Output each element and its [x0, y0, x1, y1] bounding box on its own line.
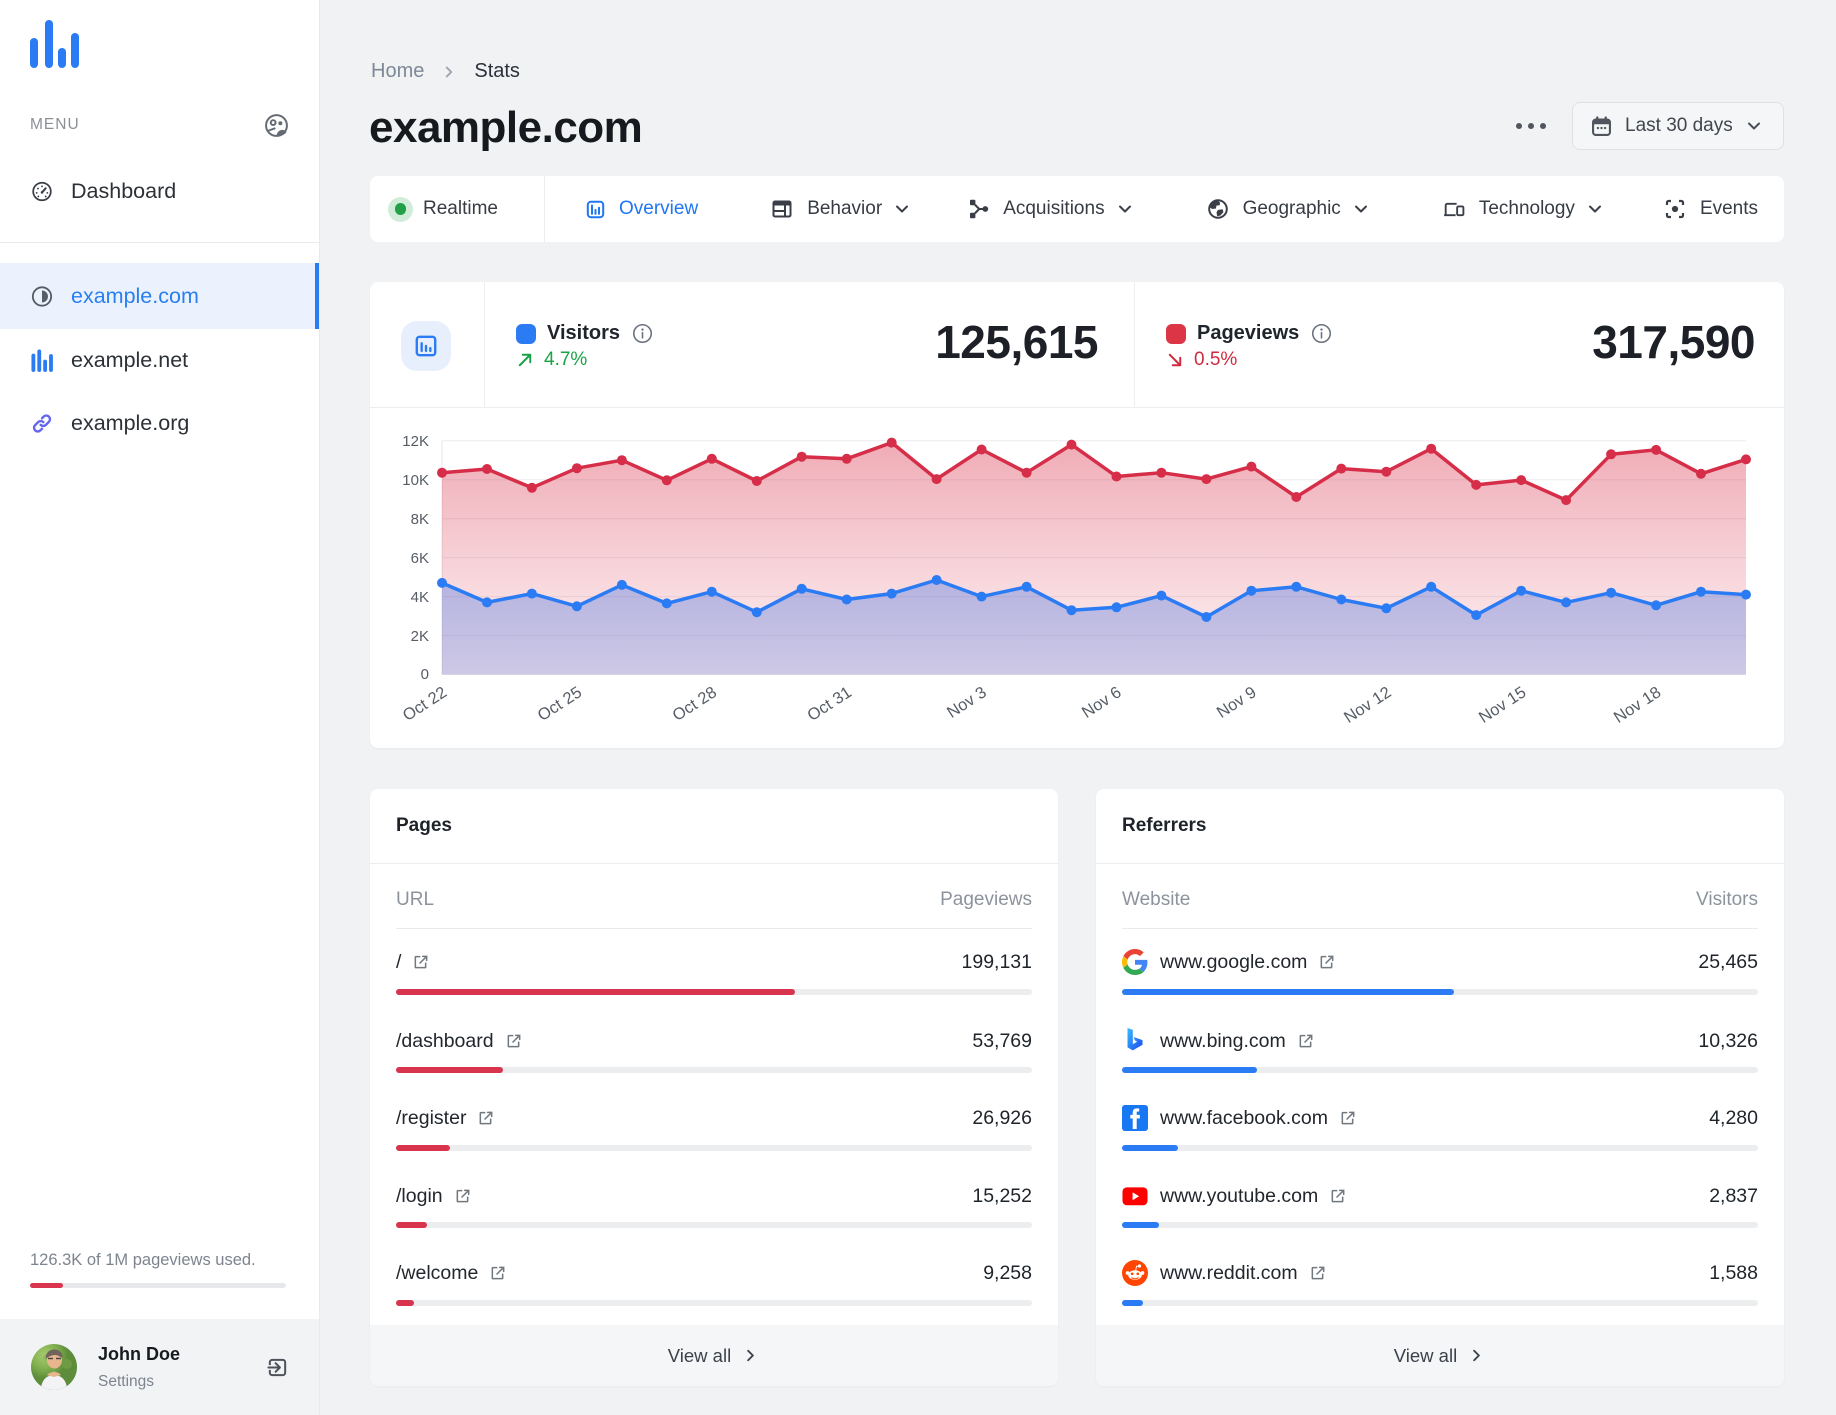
svg-text:2K: 2K: [411, 628, 429, 645]
svg-text:10K: 10K: [402, 472, 429, 489]
svg-text:Nov 9: Nov 9: [1214, 683, 1260, 722]
svg-text:Nov 3: Nov 3: [944, 683, 990, 722]
svg-text:Nov 15: Nov 15: [1476, 683, 1530, 727]
svg-text:Oct 28: Oct 28: [669, 683, 720, 725]
svg-text:Nov 18: Nov 18: [1611, 683, 1665, 727]
svg-text:Oct 31: Oct 31: [804, 683, 855, 725]
svg-text:12K: 12K: [402, 433, 429, 450]
svg-text:8K: 8K: [411, 511, 429, 528]
svg-text:Nov 12: Nov 12: [1341, 683, 1395, 727]
svg-text:4K: 4K: [411, 589, 429, 606]
svg-text:Nov 6: Nov 6: [1079, 683, 1125, 722]
svg-text:Oct 22: Oct 22: [400, 683, 451, 725]
svg-text:Oct 25: Oct 25: [535, 683, 586, 725]
svg-text:0: 0: [421, 666, 429, 683]
svg-text:6K: 6K: [411, 550, 429, 567]
